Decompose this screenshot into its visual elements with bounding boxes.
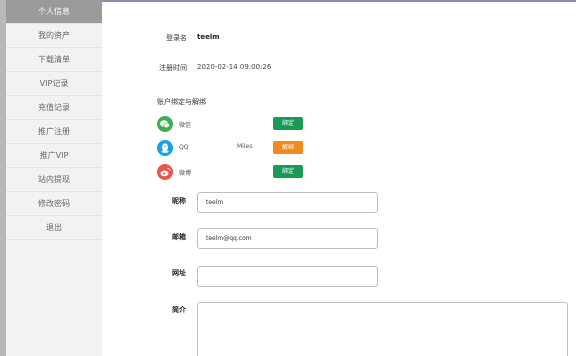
sidebar: 个人信息 我的资产 下载清单 VIP记录 充值记录 推广注册 推广VIP 站内提… [6, 0, 102, 356]
binding-row-qq: QQ Miles 解绑 [157, 140, 417, 160]
bind-wechat-button[interactable]: 绑定 [273, 117, 303, 130]
sidebar-item-assets[interactable]: 我的资产 [6, 24, 102, 48]
nickname-label: 昵称 [172, 197, 186, 205]
website-label: 网址 [172, 269, 186, 277]
qq-user: Miles [237, 143, 253, 150]
binding-section-title: 账户绑定与解绑 [157, 98, 206, 106]
binding-row-weibo: 微博 绑定 [157, 164, 417, 184]
email-field[interactable]: teelm@qq.com [197, 228, 378, 249]
regtime-label: 注册时间 [159, 64, 187, 72]
bio-label: 简介 [172, 306, 186, 314]
binding-row-wechat: 微信 绑定 [157, 116, 417, 136]
bind-weibo-button[interactable]: 绑定 [273, 165, 303, 178]
qq-icon [157, 140, 173, 156]
qq-name: QQ [179, 144, 189, 151]
profile-panel: 登录名 teelm 注册时间 2020-02-14 09:00:26 账户绑定与… [102, 2, 576, 356]
username-value: teelm [197, 33, 220, 41]
wechat-icon [157, 116, 173, 132]
bio-textarea[interactable] [197, 302, 568, 356]
nickname-field[interactable]: teelm [197, 192, 378, 213]
regtime-value: 2020-02-14 09:00:26 [197, 63, 272, 71]
sidebar-item-vip-records[interactable]: VIP记录 [6, 72, 102, 96]
sidebar-item-withdraw[interactable]: 站内提现 [6, 168, 102, 192]
weibo-name: 微博 [179, 170, 192, 177]
weibo-icon [157, 164, 173, 180]
sidebar-item-referral-vip[interactable]: 推广VIP [6, 144, 102, 168]
sidebar-item-referral-signup[interactable]: 推广注册 [6, 120, 102, 144]
sidebar-item-downloads[interactable]: 下载清单 [6, 48, 102, 72]
sidebar-item-profile[interactable]: 个人信息 [6, 0, 102, 24]
unbind-qq-button[interactable]: 解绑 [273, 141, 303, 154]
email-label: 邮箱 [172, 233, 186, 241]
sidebar-item-change-password[interactable]: 修改密码 [6, 192, 102, 216]
username-label: 登录名 [166, 34, 187, 42]
wechat-name: 微信 [179, 122, 192, 129]
sidebar-item-recharge-records[interactable]: 充值记录 [6, 96, 102, 120]
website-field[interactable] [197, 266, 378, 287]
sidebar-item-logout[interactable]: 退出 [6, 216, 102, 240]
